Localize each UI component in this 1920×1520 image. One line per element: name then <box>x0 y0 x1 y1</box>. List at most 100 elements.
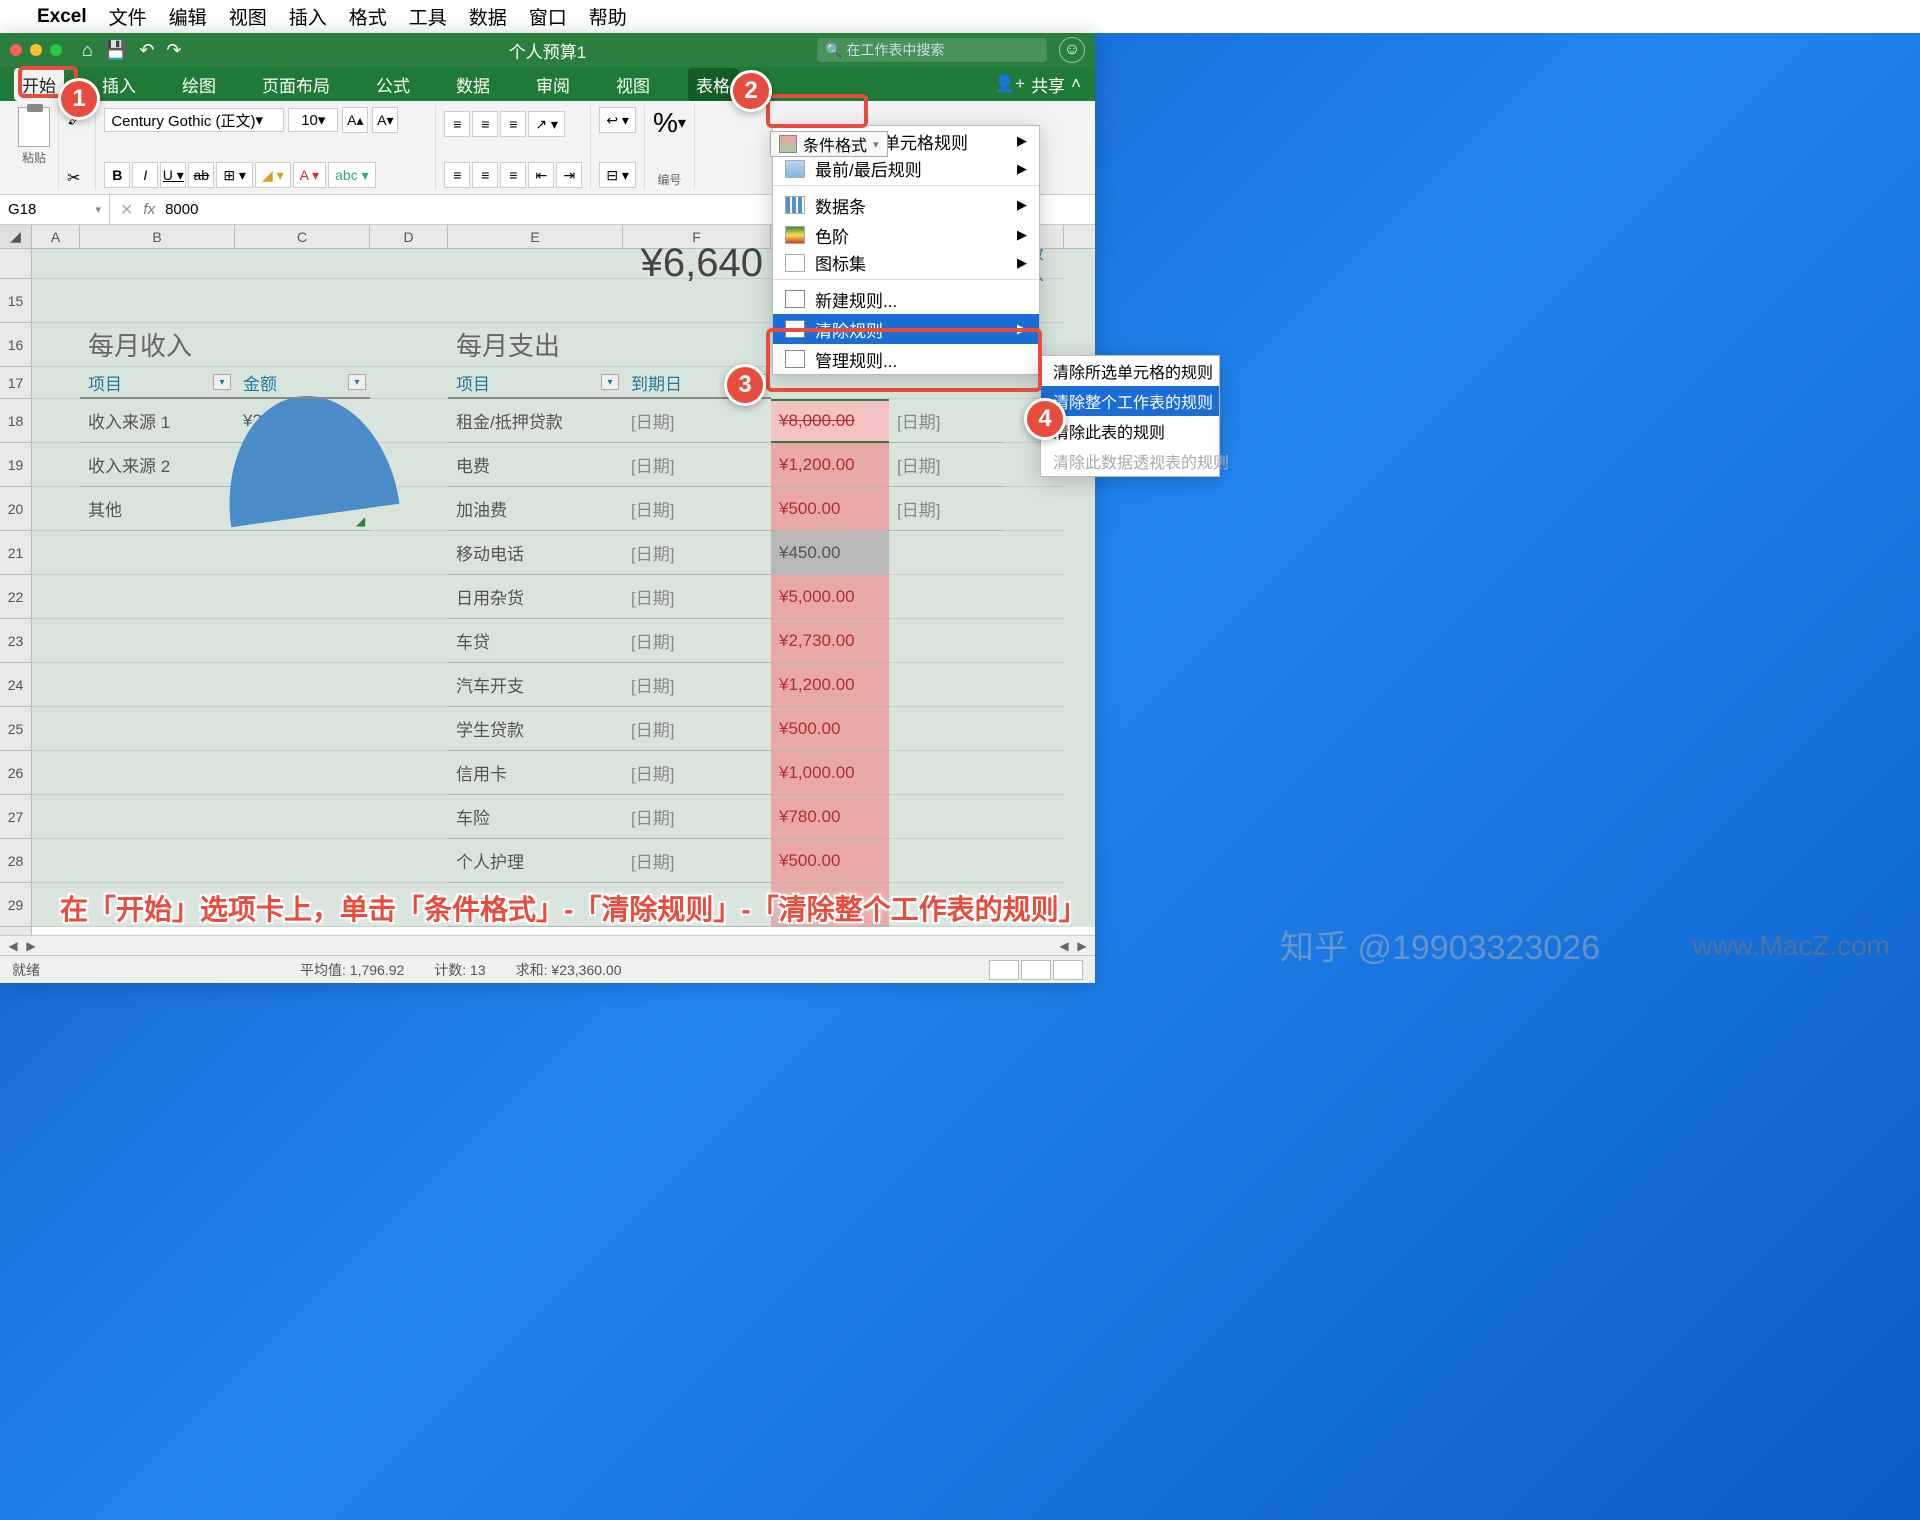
new-rule-icon <box>785 290 805 308</box>
align-right-button[interactable]: ≡ <box>500 162 526 188</box>
clear-rules-submenu: 清除所选单元格的规则 清除整个工作表的规则 清除此表的规则 清除此数据透视表的规… <box>1040 355 1220 477</box>
redo-icon[interactable]: ↷ <box>166 40 181 61</box>
border-button[interactable]: ⊞ ▾ <box>216 162 253 188</box>
page-break-button[interactable] <box>1053 960 1083 980</box>
app-name[interactable]: Excel <box>37 6 87 28</box>
menu-data[interactable]: 数据 <box>469 3 507 30</box>
tab-layout[interactable]: 页面布局 <box>254 68 338 101</box>
page-layout-button[interactable] <box>1021 960 1051 980</box>
tab-review[interactable]: 审阅 <box>528 68 578 101</box>
align-bot-button[interactable]: ≡ <box>500 111 526 137</box>
menu-tools[interactable]: 工具 <box>409 3 447 30</box>
fx-icon[interactable]: fx <box>143 201 155 218</box>
save-icon[interactable]: 💾 <box>105 40 127 61</box>
filter-icon: ▾ <box>601 374 619 390</box>
bold-button[interactable]: B <box>104 162 130 188</box>
menu-icon-sets[interactable]: 图标集▶ <box>773 250 1039 280</box>
font-select[interactable]: Century Gothic (正文) ▾ <box>104 108 284 132</box>
status-ready: 就绪 <box>12 960 40 980</box>
share-button[interactable]: 👤+ 共享 ˄ <box>994 72 1081 97</box>
submenu-clear-sheet[interactable]: 清除整个工作表的规则 <box>1041 386 1219 416</box>
phonetic-button[interactable]: abc ▾ <box>328 162 376 188</box>
font-color-button[interactable]: A ▾ <box>293 162 326 188</box>
conditional-format-icon <box>779 135 797 153</box>
grow-font-button[interactable]: A▴ <box>342 107 368 133</box>
status-sum: 求和: ¥23,360.00 <box>516 960 622 980</box>
formula-value[interactable]: 8000 <box>165 201 198 218</box>
conditional-format-button[interactable]: 条件格式 <box>770 131 888 157</box>
align-mid-button[interactable]: ≡ <box>472 111 498 137</box>
menu-help[interactable]: 帮助 <box>589 3 627 30</box>
underline-button[interactable]: U ▾ <box>160 162 186 188</box>
wrap-button[interactable]: ↩ ▾ <box>599 107 636 133</box>
indent-dec-button[interactable]: ⇤ <box>528 162 554 188</box>
tab-insert[interactable]: 插入 <box>94 68 144 101</box>
search-icon: 🔍 <box>825 42 842 59</box>
income-header-item[interactable]: 项目▾ <box>80 367 235 399</box>
submenu-clear-table[interactable]: 清除此表的规则 <box>1041 416 1219 446</box>
select-all-corner[interactable]: ◢ <box>0 225 31 249</box>
italic-button[interactable]: I <box>132 162 158 188</box>
expense-section-title: 每月支出 <box>456 326 560 363</box>
color-scales-icon <box>785 226 805 244</box>
align-center-button[interactable]: ≡ <box>472 162 498 188</box>
merge-button[interactable]: ⊟ ▾ <box>599 162 636 188</box>
menu-insert[interactable]: 插入 <box>289 3 327 30</box>
menu-color-scales[interactable]: 色阶▶ <box>773 220 1039 250</box>
align-top-button[interactable]: ≡ <box>444 111 470 137</box>
fx-cancel-icon[interactable]: ✕ <box>120 200 133 220</box>
submenu-clear-pivot: 清除此数据透视表的规则 <box>1041 446 1219 476</box>
format-painter-icon[interactable]: ✂ <box>67 170 80 187</box>
align-left-button[interactable]: ≡ <box>444 162 470 188</box>
selected-cell[interactable]: ¥8,000.00 <box>771 399 889 443</box>
macos-menubar: Excel 文件 编辑 视图 插入 格式 工具 数据 窗口 帮助 <box>0 0 1920 33</box>
tab-view[interactable]: 视图 <box>608 68 658 101</box>
menu-edit[interactable]: 编辑 <box>169 3 207 30</box>
icon-sets-icon <box>785 254 805 272</box>
home-icon[interactable]: ⌂ <box>82 40 93 61</box>
menu-file[interactable]: 文件 <box>109 3 147 30</box>
top-bottom-icon <box>785 160 805 178</box>
ribbon-tabs: 开始 插入 绘图 页面布局 公式 数据 审阅 视图 表格 👤+ 共享 ˄ <box>0 67 1095 101</box>
strike-button[interactable]: ab <box>188 162 214 188</box>
submenu-clear-selection[interactable]: 清除所选单元格的规则 <box>1041 356 1219 386</box>
search-input[interactable]: 🔍 在工作表中搜索 <box>817 38 1047 62</box>
tab-formulas[interactable]: 公式 <box>368 68 418 101</box>
menu-format[interactable]: 格式 <box>349 3 387 30</box>
tab-draw[interactable]: 绘图 <box>174 68 224 101</box>
clipboard-icon <box>18 107 50 147</box>
callout-2: 2 <box>730 70 772 112</box>
income-section-title: 每月收入 <box>88 326 192 363</box>
callout-3: 3 <box>724 364 766 406</box>
menu-top-bottom-rules[interactable]: 最前/最后规则▶ <box>773 156 1039 186</box>
minimize-button[interactable] <box>30 44 42 56</box>
undo-icon[interactable]: ↶ <box>139 40 154 61</box>
percent-icon[interactable]: % <box>653 107 678 139</box>
menu-view[interactable]: 视图 <box>229 3 267 30</box>
income-header-amount[interactable]: 金额▾ <box>235 367 370 399</box>
watermark-zhihu: 知乎 @19903323026 <box>1280 920 1600 969</box>
close-button[interactable] <box>10 44 22 56</box>
filter-icon: ▾ <box>213 374 231 390</box>
shrink-font-button[interactable]: A▾ <box>372 107 398 133</box>
tab-data[interactable]: 数据 <box>448 68 498 101</box>
row-headers: ◢ 15 16 17 18 19 20 21 22 23 24 25 26 27… <box>0 225 32 935</box>
name-box[interactable]: G18 <box>0 195 110 224</box>
paste-button[interactable]: 粘贴 <box>18 107 50 166</box>
menu-window[interactable]: 窗口 <box>529 3 567 30</box>
expense-header-item[interactable]: 项目▾ <box>448 367 623 399</box>
menu-data-bars[interactable]: 数据条▶ <box>773 190 1039 220</box>
status-avg: 平均值: 1,796.92 <box>300 960 404 980</box>
callout-box-3 <box>766 328 1042 392</box>
maximize-button[interactable] <box>50 44 62 56</box>
normal-view-button[interactable] <box>989 960 1019 980</box>
orientation-button[interactable]: ↗ ▾ <box>528 111 565 137</box>
menu-new-rule[interactable]: 新建规则... <box>773 284 1039 314</box>
document-title: 个人预算1 <box>509 38 586 63</box>
fill-color-button[interactable]: ◢ ▾ <box>255 162 291 188</box>
user-button[interactable]: ☺ <box>1059 37 1085 63</box>
font-size-select[interactable]: 10 ▾ <box>288 108 338 132</box>
horizontal-scrollbar[interactable]: ◀ ▶ ◀ ▶ <box>0 935 1095 955</box>
indent-inc-button[interactable]: ⇥ <box>556 162 582 188</box>
callout-box-2 <box>766 94 868 128</box>
